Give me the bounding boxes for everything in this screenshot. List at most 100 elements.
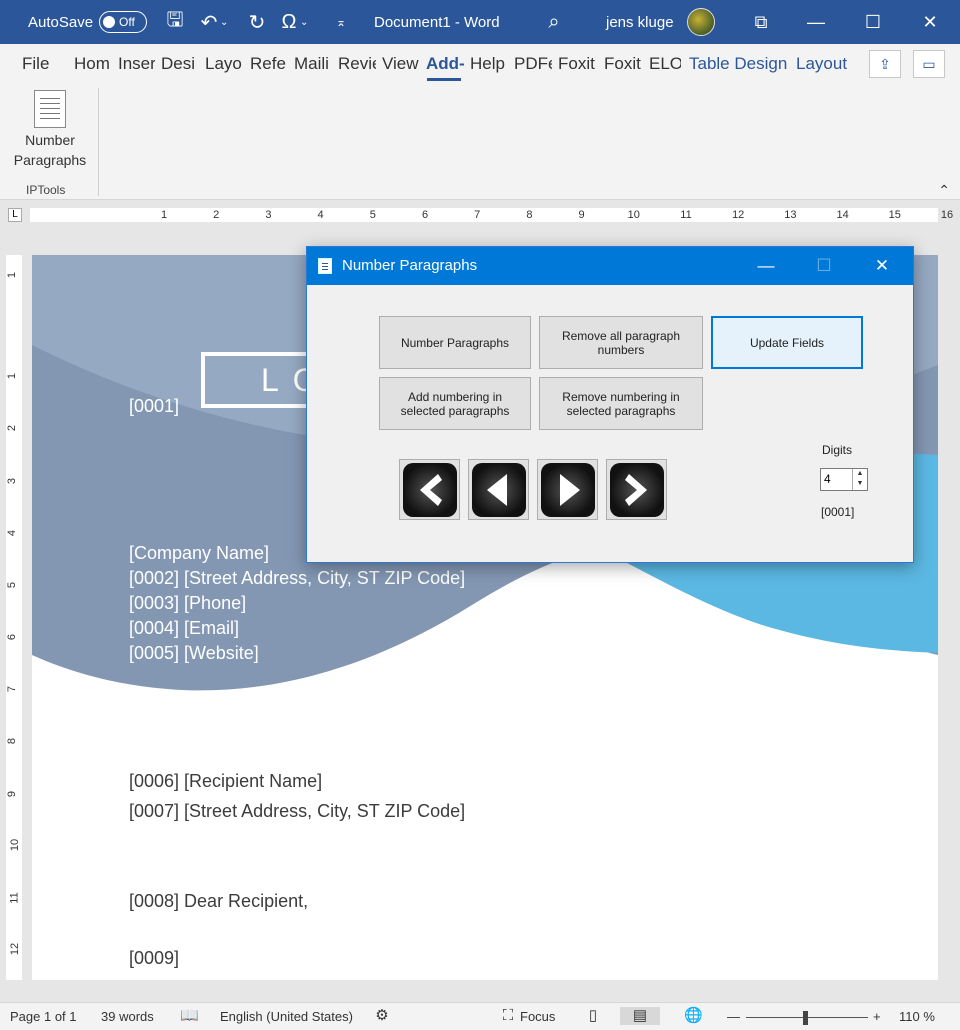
web-layout-icon[interactable]: 🌐 [684,1007,703,1025]
dialog-minimize-icon[interactable]: — [743,247,789,285]
tab-home[interactable]: Hom [74,54,111,74]
tab-selector[interactable]: L [8,208,22,222]
tab-insert[interactable]: Inser [118,54,155,74]
symbol-icon[interactable]: Ω [278,11,300,33]
tab-review[interactable]: Revie [338,54,376,74]
tab-layout[interactable]: Layo [205,54,243,74]
focus-icon[interactable]: ⛶ [499,1007,517,1025]
share-icon[interactable]: ⇪ [869,50,901,78]
number-paragraphs-button[interactable]: Number Paragraphs [379,316,531,369]
tab-references[interactable]: Refe [250,54,288,74]
ruler-number: 11 [680,209,692,221]
tab-add-ins[interactable]: Add- [426,54,464,74]
ruler-track[interactable]: 1 2 3 4 5 6 7 8 9 10 11 12 13 14 15 16 [30,208,953,222]
vertical-ruler-number: 3 [6,477,19,485]
digits-spinner[interactable]: 4 ▲ ▼ [820,468,868,491]
minimize-icon[interactable]: — [793,0,839,44]
remove-numbering-selected-button[interactable]: Remove numbering in selected paragraphs [539,377,703,430]
print-layout-icon[interactable]: ▤ [620,1007,660,1025]
previous-button[interactable] [468,459,529,520]
tab-pdfelement[interactable]: PDFe [514,54,552,74]
tab-table-layout[interactable]: Layout [796,54,852,74]
zoom-in-button[interactable]: + [873,1009,881,1024]
zoom-level[interactable]: 110 % [899,1009,935,1024]
first-button[interactable] [399,459,460,520]
add-numbering-selected-button[interactable]: Add numbering in selected paragraphs [379,377,531,430]
recipient-address-line[interactable]: [0007] [Street Address, City, ST ZIP Cod… [129,801,465,822]
ruler-number: 6 [421,209,429,221]
ribbon-display-options-icon[interactable]: ⧉ [738,0,784,44]
ribbon-button-label-2: Paragraphs [13,152,87,168]
vertical-ruler-number: 12 [9,942,22,956]
tab-view[interactable]: View [382,54,420,74]
update-fields-button[interactable]: Update Fields [711,316,863,369]
tab-design[interactable]: Desi [161,54,198,74]
spin-up-icon[interactable]: ▲ [853,469,867,479]
dialog-close-icon[interactable]: ✕ [859,247,905,285]
ruler-number: 9 [578,209,585,221]
tab-foxit-2[interactable]: Foxit [604,54,644,74]
close-icon[interactable]: ✕ [907,0,953,44]
dialog-maximize-icon: ☐ [816,256,832,275]
number-paragraphs-dialog: Number Paragraphs — ☐ ✕ Number Paragraph… [306,246,914,563]
zoom-slider-thumb[interactable] [803,1011,808,1025]
user-name[interactable]: jens kluge [606,0,674,44]
group-label: IPTools [26,183,66,197]
horizontal-ruler[interactable]: 1 2 3 4 5 6 7 8 9 10 11 12 13 14 15 16 [0,200,960,230]
email-line[interactable]: [0004] [Email] [129,618,239,639]
group-separator [98,88,99,196]
accessibility-icon[interactable]: ⚙ [373,1007,391,1025]
read-mode-icon[interactable]: ▯ [584,1007,602,1025]
symbol-dropdown-icon[interactable]: ⌄ [300,17,308,28]
dialog-title-bar[interactable]: Number Paragraphs — ☐ ✕ [307,247,913,285]
focus-label[interactable]: Focus [520,1009,555,1024]
spin-down-icon[interactable]: ▼ [853,479,867,489]
page-count[interactable]: Page 1 of 1 [10,1009,77,1024]
last-button[interactable] [606,459,667,520]
vertical-ruler-number: 10 [9,838,22,852]
paragraph-0001[interactable]: [0001] [129,396,179,417]
redo-icon[interactable]: ↻ [246,11,268,34]
next-button[interactable] [537,459,598,520]
customize-qat-icon[interactable]: ⌅ [330,11,352,33]
collapse-ribbon-icon[interactable]: ⌃ [938,182,950,199]
website-line[interactable]: [0005] [Website] [129,643,259,664]
undo-icon[interactable]: ↶ [198,11,220,34]
tab-help[interactable]: Help [470,54,508,74]
proofing-icon[interactable]: 📖 [180,1007,199,1025]
number-paragraphs-ribbon-button[interactable]: Number Paragraphs [8,86,92,170]
dialog-title: Number Paragraphs [342,257,478,274]
save-icon[interactable]: 🖫 [164,9,186,33]
undo-dropdown-icon[interactable]: ⌄ [220,17,228,28]
ruler-number: 16 [940,209,954,221]
dialog-app-icon [318,258,332,274]
maximize-icon[interactable]: ☐ [850,0,896,44]
word-count[interactable]: 39 words [101,1009,154,1024]
remove-all-numbers-button[interactable]: Remove all paragraph numbers [539,316,703,369]
ribbon-button-label-1: Number [25,132,75,148]
tab-elo[interactable]: ELO [649,54,681,74]
spinner-buttons[interactable]: ▲ ▼ [852,469,867,490]
company-name-line[interactable]: [Company Name] [129,543,269,564]
zoom-out-button[interactable]: — [727,1009,740,1024]
salutation-line[interactable]: [0008] Dear Recipient, [129,891,308,912]
search-icon[interactable]: ⌕ [543,11,565,33]
first-icon [402,462,457,517]
autosave-state: Off [119,15,135,29]
avatar[interactable] [687,8,715,36]
digits-value: 4 [824,472,831,486]
status-bar: Page 1 of 1 39 words 📖 English (United S… [0,1002,960,1030]
street-address-line[interactable]: [0002] [Street Address, City, ST ZIP Cod… [129,568,465,589]
autosave-toggle[interactable]: Off [99,11,147,33]
vertical-ruler[interactable]: 1 1 2 3 4 5 6 7 8 9 10 11 12 [6,255,22,980]
phone-line[interactable]: [0003] [Phone] [129,593,246,614]
tab-table-design[interactable]: Table Design [689,54,789,74]
recipient-name-line[interactable]: [0006] [Recipient Name] [129,771,322,792]
comments-icon[interactable]: ▭ [913,50,945,78]
format-preview: [0001] [821,505,855,519]
language[interactable]: English (United States) [220,1009,353,1024]
tab-foxit-1[interactable]: Foxit [558,54,598,74]
tab-mailings[interactable]: Maili [294,54,332,74]
paragraph-0009[interactable]: [0009] [129,948,179,969]
tab-file[interactable]: File [22,54,52,74]
